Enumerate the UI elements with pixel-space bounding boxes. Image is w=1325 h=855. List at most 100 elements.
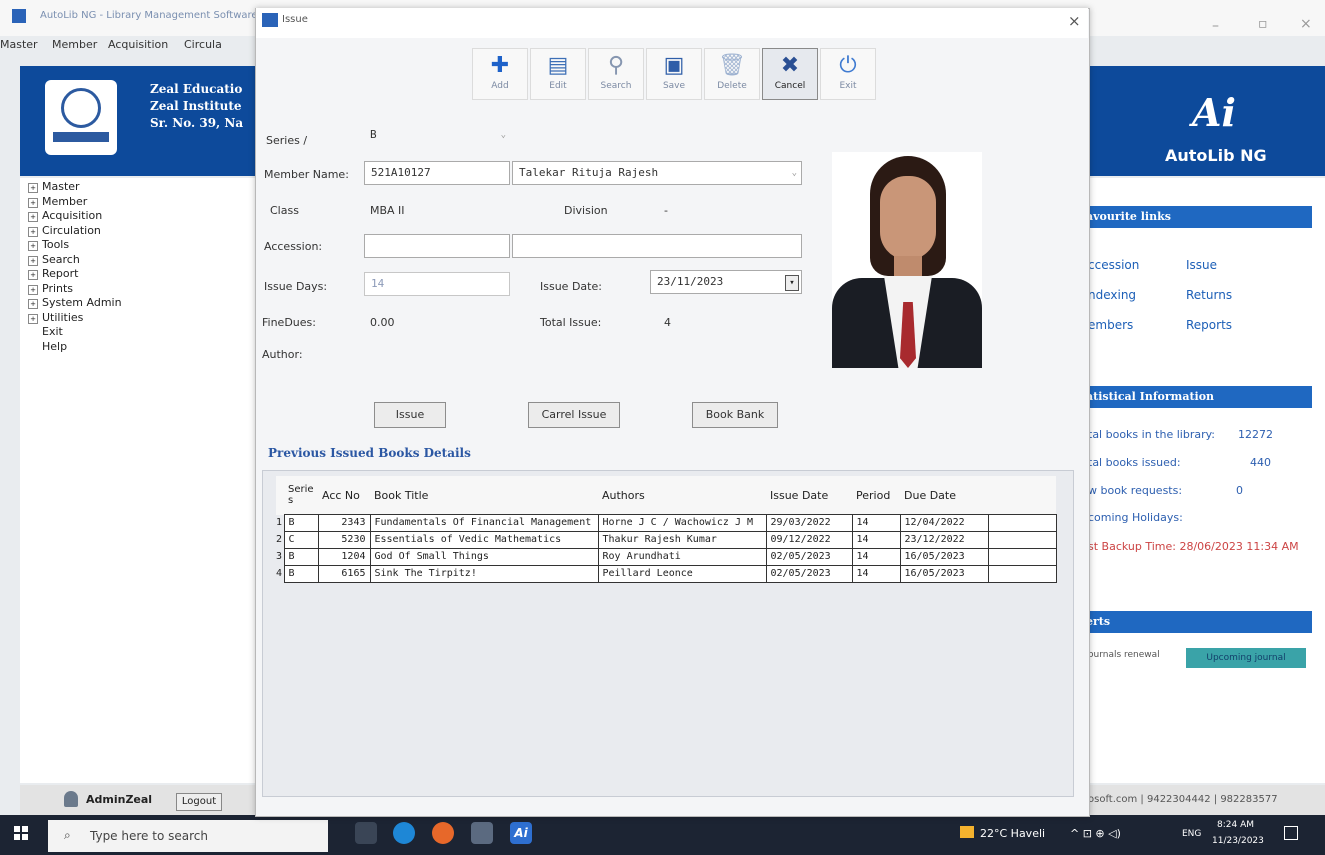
cell-due-date[interactable]: 16/05/2023 <box>899 548 989 566</box>
clock-date[interactable]: 11/23/2023 <box>1212 836 1264 846</box>
expand-icon[interactable]: + <box>28 183 38 193</box>
tree-item-report[interactable]: + Report <box>20 267 255 282</box>
tree-item-system-admin[interactable]: + System Admin <box>20 296 255 311</box>
cell-authors[interactable]: Thakur Rajesh Kumar <box>597 531 767 549</box>
tree-item-prints[interactable]: + Prints <box>20 282 255 297</box>
exit-button[interactable]: ⏻ Exit <box>820 48 876 100</box>
cell-due-date[interactable]: 16/05/2023 <box>899 565 989 583</box>
menu-member[interactable]: Member <box>52 38 97 51</box>
link-members[interactable]: embers <box>1088 318 1133 332</box>
camera-icon[interactable] <box>471 822 493 844</box>
col-period[interactable]: Period <box>852 476 900 515</box>
cell-acc-no[interactable]: 6165 <box>317 565 371 583</box>
link-returns[interactable]: Returns <box>1186 288 1232 302</box>
language-indicator[interactable]: ENG <box>1182 829 1201 839</box>
cell-issue-date[interactable]: 02/05/2023 <box>765 548 853 566</box>
tree-item-master[interactable]: + Master <box>20 180 255 195</box>
save-button[interactable]: ▣ Save <box>646 48 702 100</box>
firefox-icon[interactable] <box>432 822 454 844</box>
tree-item-circulation[interactable]: + Circulation <box>20 224 255 239</box>
clock-time[interactable]: 8:24 AM <box>1217 820 1254 830</box>
task-view-icon[interactable] <box>355 822 377 844</box>
cell-title[interactable]: Fundamentals Of Financial Management <box>369 514 599 532</box>
cell-period[interactable]: 14 <box>851 565 901 583</box>
issue-days-field[interactable]: 14 <box>364 272 510 296</box>
issue-date-field[interactable]: 23/11/2023 ▾ <box>650 270 802 294</box>
tree-item-exit[interactable]: Exit <box>20 325 255 340</box>
weather-text[interactable]: 22°C Haveli <box>980 827 1045 840</box>
calendar-dropdown-icon[interactable]: ▾ <box>785 275 799 291</box>
expand-icon[interactable]: + <box>28 241 38 251</box>
tree-item-tools[interactable]: + Tools <box>20 238 255 253</box>
dialog-close-icon[interactable]: × <box>1068 12 1081 30</box>
expand-icon[interactable]: + <box>28 284 38 295</box>
cell-series[interactable]: C <box>283 531 319 549</box>
windows-start-icon[interactable] <box>14 826 28 840</box>
cell-period[interactable]: 14 <box>851 514 901 532</box>
col-book-title[interactable]: Book Title <box>370 476 598 515</box>
table-row[interactable]: 1 B 2343 Fundamentals Of Financial Manag… <box>276 514 1057 532</box>
cell-period[interactable]: 14 <box>851 548 901 566</box>
col-authors[interactable]: Authors <box>598 476 766 515</box>
tree-item-member[interactable]: + Member <box>20 195 255 210</box>
cell-title[interactable]: Essentials of Vedic Mathematics <box>369 531 599 549</box>
expand-icon[interactable]: + <box>28 270 38 280</box>
tree-item-search[interactable]: + Search <box>20 253 255 268</box>
expand-icon[interactable]: + <box>28 255 38 266</box>
cell-authors[interactable]: Roy Arundhati <box>597 548 767 566</box>
tray-icons[interactable]: ^ ⊡ ⊕ ◁) <box>1070 827 1121 840</box>
expand-icon[interactable]: + <box>28 299 38 309</box>
member-id-field[interactable]: 521A10127 <box>364 161 510 185</box>
cell-authors[interactable]: Horne J C / Wachowicz J M <box>597 514 767 532</box>
link-issue[interactable]: Issue <box>1186 258 1217 272</box>
link-indexing[interactable]: ndexing <box>1088 288 1136 302</box>
col-issue-date[interactable]: Issue Date <box>766 476 852 515</box>
alert-journals-renewal[interactable]: ournals renewal <box>1088 650 1160 660</box>
upcoming-journal-button[interactable]: Upcoming journal <box>1186 648 1306 668</box>
add-button[interactable]: ✚ Add <box>472 48 528 100</box>
search-button[interactable]: ⚲ Search <box>588 48 644 100</box>
link-reports[interactable]: Reports <box>1186 318 1232 332</box>
accession-title-field[interactable] <box>512 234 802 258</box>
table-row[interactable]: 4 B 6165 Sink The Tirpitz! Peillard Leon… <box>276 565 1057 583</box>
cell-title[interactable]: Sink The Tirpitz! <box>369 565 599 583</box>
cancel-button[interactable]: ✖ Cancel <box>762 48 818 100</box>
cell-issue-date[interactable]: 09/12/2022 <box>765 531 853 549</box>
cell-series[interactable]: B <box>283 514 319 532</box>
col-acc-no[interactable]: Acc No <box>318 476 370 515</box>
link-accession[interactable]: ccession <box>1088 258 1139 272</box>
tree-item-acquisition[interactable]: + Acquisition <box>20 209 255 224</box>
expand-icon[interactable]: + <box>28 226 38 237</box>
series-select[interactable]: B ⌄ <box>364 124 510 148</box>
cell-issue-date[interactable]: 02/05/2023 <box>765 565 853 583</box>
cell-acc-no[interactable]: 1204 <box>317 548 371 566</box>
issue-button[interactable]: Issue <box>374 402 446 428</box>
table-row[interactable]: 2 C 5230 Essentials of Vedic Mathematics… <box>276 531 1057 549</box>
col-due-date[interactable]: Due Date <box>900 476 988 515</box>
member-name-field[interactable]: Talekar Rituja Rajesh ⌄ <box>512 161 802 185</box>
carrel-issue-button[interactable]: Carrel Issue <box>528 402 620 428</box>
close-window-icon[interactable]: × <box>1300 16 1312 32</box>
accession-field[interactable] <box>364 234 510 258</box>
notification-icon[interactable] <box>1284 826 1298 840</box>
tree-item-help[interactable]: Help <box>20 340 255 355</box>
expand-icon[interactable]: + <box>28 313 38 324</box>
cell-due-date[interactable]: 12/04/2022 <box>899 514 989 532</box>
cell-acc-no[interactable]: 2343 <box>317 514 371 532</box>
menu-circulation[interactable]: Circula <box>184 38 222 51</box>
cell-series[interactable]: B <box>283 548 319 566</box>
table-row[interactable]: 3 B 1204 God Of Small Things Roy Arundha… <box>276 548 1057 566</box>
autolib-taskbar-icon[interactable]: Ai <box>510 822 532 844</box>
expand-icon[interactable]: + <box>28 197 38 208</box>
maximize-icon[interactable]: ▫ <box>1258 16 1268 32</box>
col-series[interactable]: Serie s <box>284 476 318 515</box>
delete-button[interactable]: 🗑 Delete <box>704 48 760 100</box>
cell-title[interactable]: God Of Small Things <box>369 548 599 566</box>
menu-master[interactable]: Master <box>0 38 38 51</box>
cell-issue-date[interactable]: 29/03/2022 <box>765 514 853 532</box>
cell-acc-no[interactable]: 5230 <box>317 531 371 549</box>
menu-acquisition[interactable]: Acquisition <box>108 38 168 51</box>
book-bank-button[interactable]: Book Bank <box>692 402 778 428</box>
expand-icon[interactable]: + <box>28 212 38 222</box>
tree-item-utilities[interactable]: + Utilities <box>20 311 255 326</box>
